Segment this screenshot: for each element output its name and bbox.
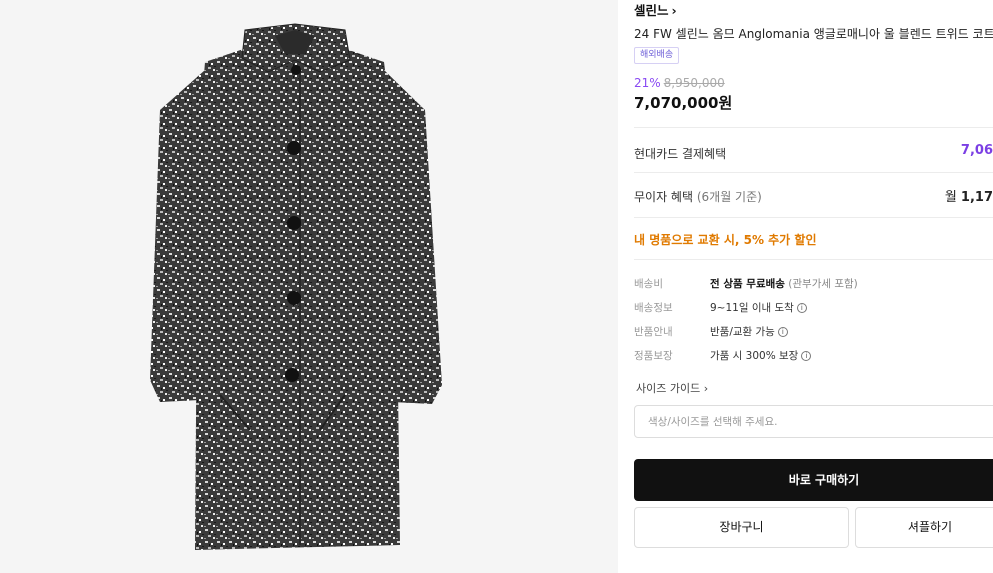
divider: [634, 172, 993, 173]
product-title: 24 FW 셀린느 옴므 Anglomania 앵글로매니아 울 블렌드 트위드…: [634, 27, 993, 41]
sale-price: 7,070,000원: [634, 94, 733, 112]
brand-link[interactable]: 셀린느 ›: [634, 0, 677, 19]
installment-prefix: 월: [944, 190, 961, 205]
return-info-value: 반품/교환 가능 i: [710, 324, 788, 339]
product-image-area: [0, 0, 618, 573]
installment-label-text: 무이자 혜택: [634, 190, 694, 204]
shipping-fee-note: (관부가세 포함): [788, 278, 858, 290]
divider: [634, 127, 993, 128]
product-info-panel: 셀린느 › 24 FW 셀린느 옴므 Anglomania 앵글로매니아 울 블렌…: [634, 0, 993, 573]
showroom-button[interactable]: 셔플하기: [855, 507, 993, 548]
card-benefit-value[interactable]: 7,06: [961, 143, 993, 158]
discount-percent: 21%: [634, 76, 661, 90]
delivery-info-text: 9~11일 이내 도착: [710, 302, 794, 314]
product-image-coat: [150, 23, 442, 550]
original-price: 8,950,000: [663, 76, 725, 90]
delivery-info-value: 9~11일 이내 도착 i: [710, 300, 807, 315]
authenticity-text: 가품 시 300% 보장: [710, 350, 799, 362]
installment-amount: 1,17: [960, 190, 993, 205]
return-info-key: 반품안내: [634, 326, 673, 338]
delivery-info-key: 배송정보: [634, 302, 673, 314]
buy-now-button[interactable]: 바로 구매하기: [634, 459, 993, 501]
trade-in-promo[interactable]: 내 명품으로 교환 시, 5% 추가 할인: [634, 231, 816, 248]
authenticity-value: 가품 시 300% 보장 i: [710, 348, 812, 363]
divider: [634, 217, 993, 218]
brand-name: 셀린느: [634, 3, 669, 18]
info-icon[interactable]: i: [801, 351, 812, 361]
info-icon[interactable]: i: [777, 327, 788, 337]
divider: [634, 259, 993, 260]
installment-sub: (6개월 기준): [696, 190, 762, 204]
discount-line: 21% 8,950,000: [634, 76, 725, 90]
chevron-right-icon: ›: [703, 382, 709, 395]
shipping-fee-key: 배송비: [634, 278, 663, 290]
shipping-fee-text: 전 상품 무료배송: [710, 278, 785, 290]
installment-value[interactable]: 월 1,17: [945, 186, 993, 205]
chevron-right-icon: ›: [671, 3, 677, 18]
installment-label: 무이자 혜택 (6개월 기준): [634, 188, 762, 205]
card-benefit-label: 현대카드 결제혜택: [634, 147, 727, 161]
size-guide-label: 사이즈 가이드: [636, 382, 701, 395]
info-icon[interactable]: i: [796, 303, 807, 313]
overseas-shipping-badge: 해외배송: [634, 47, 680, 64]
return-info-text: 반품/교환 가능: [710, 326, 775, 338]
option-select[interactable]: 색상/사이즈를 선택해 주세요.: [634, 405, 993, 438]
cart-button[interactable]: 장바구니: [634, 507, 849, 548]
shipping-fee-value: 전 상품 무료배송 (관부가세 포함): [710, 276, 858, 291]
authenticity-key: 정품보장: [634, 350, 673, 362]
size-guide-link[interactable]: 사이즈 가이드 ›: [636, 380, 708, 396]
